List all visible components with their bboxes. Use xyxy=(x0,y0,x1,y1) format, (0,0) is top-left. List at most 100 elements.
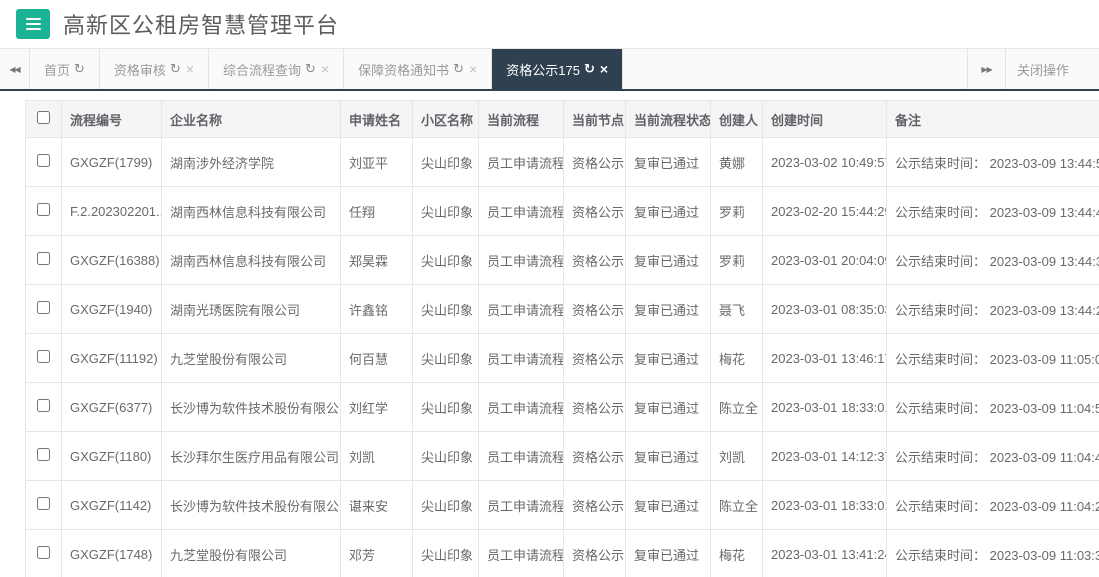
close-operations-dropdown[interactable]: 关闭操作 xyxy=(1004,49,1099,89)
close-icon[interactable]: × xyxy=(600,62,608,76)
cell-company: 长沙博为软件技术股份有限公司 xyxy=(161,480,341,530)
cell-process: 员工申请流程 xyxy=(478,529,564,577)
cell-status: 复审已通过 xyxy=(625,284,711,334)
tab-label: 首页 xyxy=(44,62,71,78)
row-checkbox[interactable] xyxy=(37,546,50,559)
cell-community: 尖山印象 xyxy=(412,186,479,236)
cell-created-at: 2023-03-01 20:04:09 xyxy=(762,235,887,285)
row-checkbox[interactable] xyxy=(37,252,50,265)
cell-community: 尖山印象 xyxy=(412,529,479,577)
table-header-row: 流程编号 企业名称 申请姓名 小区名称 当前流程 当前节点 当前流程状态 创建人… xyxy=(25,100,1099,138)
refresh-icon[interactable]: ↻ xyxy=(170,61,181,77)
tab-item[interactable]: 资格公示175 ↻ × xyxy=(492,49,624,89)
refresh-icon[interactable]: ↻ xyxy=(453,61,464,77)
cell-node: 资格公示 xyxy=(563,431,626,481)
page-title: 高新区公租房智慧管理平台 xyxy=(63,13,340,38)
cell-process-id: GXGZF(1180) xyxy=(61,431,162,481)
cell-process: 员工申请流程 xyxy=(478,431,564,481)
cell-created-at: 2023-02-20 15:44:29 xyxy=(762,186,887,236)
row-checkbox[interactable] xyxy=(37,448,50,461)
cell-status: 复审已通过 xyxy=(625,480,711,530)
cell-creator: 刘凯 xyxy=(710,431,763,481)
refresh-icon[interactable]: ↻ xyxy=(74,61,85,77)
cell-applicant: 何百慧 xyxy=(340,333,413,383)
close-icon[interactable]: × xyxy=(469,62,477,76)
cell-applicant: 谌来安 xyxy=(340,480,413,530)
cell-process: 员工申请流程 xyxy=(478,382,564,432)
cell-status: 复审已通过 xyxy=(625,235,711,285)
table-row[interactable]: GXGZF(6377) 长沙博为软件技术股份有限公司 刘红学 尖山印象 员工申请… xyxy=(25,382,1099,432)
table-row[interactable]: GXGZF(1799) 湖南涉外经济学院 刘亚平 尖山印象 员工申请流程 资格公… xyxy=(25,137,1099,187)
cell-applicant: 刘凯 xyxy=(340,431,413,481)
tab-item[interactable]: 综合流程查询 ↻ × xyxy=(209,49,345,89)
tabs-scroll-right-icon[interactable]: ▶▶ xyxy=(966,49,1005,89)
cell-creator: 聂飞 xyxy=(710,284,763,334)
hamburger-menu-icon[interactable] xyxy=(16,9,50,39)
refresh-icon[interactable]: ↻ xyxy=(305,61,316,77)
tabs-scroll-left-icon[interactable]: ◀◀ xyxy=(0,49,30,89)
cell-process-id: GXGZF(1940) xyxy=(61,284,162,334)
table-row[interactable]: GXGZF(1142) 长沙博为软件技术股份有限公司 谌来安 尖山印象 员工申请… xyxy=(25,480,1099,530)
cell-status: 复审已通过 xyxy=(625,333,711,383)
cell-status: 复审已通过 xyxy=(625,186,711,236)
cell-creator: 陈立全 xyxy=(710,382,763,432)
table-body: GXGZF(1799) 湖南涉外经济学院 刘亚平 尖山印象 员工申请流程 资格公… xyxy=(25,137,1099,577)
cell-company: 湖南西林信息科技有限公司 xyxy=(161,186,341,236)
row-checkbox[interactable] xyxy=(37,203,50,216)
tab-item[interactable]: 资格审核 ↻ × xyxy=(100,49,210,89)
cell-created-at: 2023-03-01 13:41:24 xyxy=(762,529,887,577)
close-icon[interactable]: × xyxy=(321,62,329,76)
cell-remark: 公示结束时间： 2023-03-09 13:44:38 xyxy=(886,235,1099,285)
table-row[interactable]: GXGZF(1180) 长沙拜尔生医疗用品有限公司 刘凯 尖山印象 员工申请流程… xyxy=(25,431,1099,481)
row-checkbox[interactable] xyxy=(37,399,50,412)
row-checkbox[interactable] xyxy=(37,301,50,314)
row-select-cell xyxy=(25,186,62,236)
cell-process: 员工申请流程 xyxy=(478,333,564,383)
select-all-cell xyxy=(25,100,62,138)
row-checkbox[interactable] xyxy=(37,154,50,167)
table-row[interactable]: GXGZF(11192) 九芝堂股份有限公司 何百慧 尖山印象 员工申请流程 资… xyxy=(25,333,1099,383)
tab-item[interactable]: 保障资格通知书 ↻ × xyxy=(344,49,493,89)
row-select-cell xyxy=(25,431,62,481)
cell-status: 复审已通过 xyxy=(625,382,711,432)
cell-process-id: GXGZF(11192) xyxy=(61,333,162,383)
cell-node: 资格公示 xyxy=(563,137,626,187)
cell-creator: 黄娜 xyxy=(710,137,763,187)
tab-bar: ◀◀ 首页 ↻ 资格审核 ↻ × 综合流程查询 ↻ × 保障资格通知书 ↻ × … xyxy=(0,48,1099,91)
row-select-cell xyxy=(25,529,62,577)
table-row[interactable]: GXGZF(1940) 湖南光琇医院有限公司 许鑫铭 尖山印象 员工申请流程 资… xyxy=(25,284,1099,334)
select-all-checkbox[interactable] xyxy=(37,111,50,124)
row-select-cell xyxy=(25,137,62,187)
cell-community: 尖山印象 xyxy=(412,333,479,383)
cell-status: 复审已通过 xyxy=(625,431,711,481)
cell-company: 湖南光琇医院有限公司 xyxy=(161,284,341,334)
table-row[interactable]: F.2.202302201... 湖南西林信息科技有限公司 任翔 尖山印象 员工… xyxy=(25,186,1099,236)
cell-created-at: 2023-03-01 18:33:01 xyxy=(762,480,887,530)
refresh-icon[interactable]: ↻ xyxy=(584,61,595,77)
cell-creator: 罗莉 xyxy=(710,186,763,236)
cell-process: 员工申请流程 xyxy=(478,284,564,334)
tab-label: 资格审核 xyxy=(113,62,166,78)
cell-applicant: 刘亚平 xyxy=(340,137,413,187)
row-checkbox[interactable] xyxy=(37,350,50,363)
close-icon[interactable]: × xyxy=(186,62,194,76)
table-row[interactable]: GXGZF(16388) 湖南西林信息科技有限公司 郑昊霖 尖山印象 员工申请流… xyxy=(25,235,1099,285)
cell-node: 资格公示 xyxy=(563,235,626,285)
tab-label: 保障资格通知书 xyxy=(358,62,450,78)
cell-status: 复审已通过 xyxy=(625,529,711,577)
cell-creator: 梅花 xyxy=(710,529,763,577)
cell-status: 复审已通过 xyxy=(625,137,711,187)
cell-process-id: GXGZF(16388) xyxy=(61,235,162,285)
cell-community: 尖山印象 xyxy=(412,480,479,530)
cell-created-at: 2023-03-01 08:35:03 xyxy=(762,284,887,334)
cell-node: 资格公示 xyxy=(563,480,626,530)
cell-community: 尖山印象 xyxy=(412,235,479,285)
cell-process-id: GXGZF(1799) xyxy=(61,137,162,187)
cell-company: 湖南涉外经济学院 xyxy=(161,137,341,187)
col-creator: 创建人 xyxy=(710,100,763,138)
row-select-cell xyxy=(25,382,62,432)
tab-item[interactable]: 首页 ↻ xyxy=(30,49,100,89)
table-row[interactable]: GXGZF(1748) 九芝堂股份有限公司 邓芳 尖山印象 员工申请流程 资格公… xyxy=(25,529,1099,577)
cell-process-id: GXGZF(1142) xyxy=(61,480,162,530)
row-checkbox[interactable] xyxy=(37,497,50,510)
